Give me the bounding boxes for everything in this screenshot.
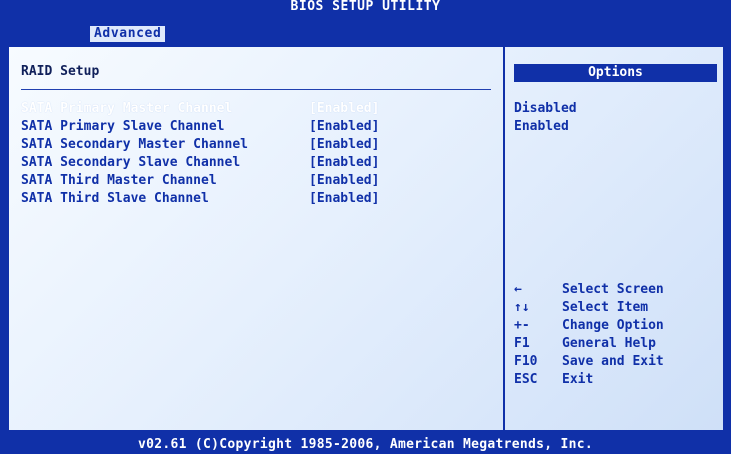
key-desc: Change Option [562,318,664,333]
key-desc: Select Item [562,300,649,315]
setting-sata-third-slave[interactable]: SATA Third Slave Channel [Enabled] [21,190,379,208]
option-disabled[interactable]: Disabled [514,100,577,118]
key-help-select-screen: ← Select Screen [514,281,664,299]
key-help-save-exit: F10 Save and Exit [514,353,664,371]
key-desc: Select Screen [562,282,664,297]
setting-value[interactable]: [Enabled] [309,173,379,188]
arrow-up-down-icon: ↑↓ [514,300,530,315]
key-desc: General Help [562,336,656,351]
setting-value[interactable]: [Enabled] [309,155,379,170]
setting-label: SATA Secondary Slave Channel [21,155,241,170]
setting-label: SATA Primary Slave Channel [21,119,225,134]
setting-sata-secondary-slave[interactable]: SATA Secondary Slave Channel [Enabled] [21,154,379,172]
key-help-list: ← Select Screen ↑↓ Select Item +- Change Op… [514,281,664,389]
setting-value[interactable]: [Enabled] [309,101,379,116]
plus-minus-icon: +- [514,318,530,333]
setting-label: SATA Third Slave Channel [21,191,209,206]
key-desc: Exit [562,372,594,387]
main-panel: RAID Setup SATA Primary Master Channel [E… [7,45,725,432]
tab-advanced[interactable]: Advanced [90,26,166,42]
section-title: RAID Setup [21,64,100,79]
key-label: F1 [514,336,530,351]
setting-value[interactable]: [Enabled] [309,119,379,134]
key-desc: Save and Exit [562,354,664,369]
setting-value[interactable]: [Enabled] [309,137,379,152]
options-list: Disabled Enabled [514,100,577,136]
key-label: F10 [514,354,538,369]
copyright-footer: v02.61 (C)Copyright 1985-2006, American … [0,435,731,454]
setting-sata-primary-slave[interactable]: SATA Primary Slave Channel [Enabled] [21,118,379,136]
key-help-change-option: +- Change Option [514,317,664,335]
settings-list: SATA Primary Master Channel [Enabled] SAT… [21,100,379,208]
panel-divider [503,47,505,430]
setting-sata-secondary-master[interactable]: SATA Secondary Master Channel [Enabled] [21,136,379,154]
key-label: ESC [514,372,538,387]
key-help-exit: ESC Exit [514,371,664,389]
option-enabled[interactable]: Enabled [514,118,577,136]
setting-value[interactable]: [Enabled] [309,191,379,206]
options-header: Options [514,64,717,82]
setting-label: SATA Secondary Master Channel [21,137,248,152]
setting-label: SATA Third Master Channel [21,173,217,188]
bios-title: BIOS SETUP UTILITY [0,0,731,14]
setting-sata-primary-master[interactable]: SATA Primary Master Channel [Enabled] [21,100,379,118]
section-divider [21,89,491,90]
setting-label: SATA Primary Master Channel [21,101,233,116]
key-help-select-item: ↑↓ Select Item [514,299,664,317]
key-help-general-help: F1 General Help [514,335,664,353]
arrow-left-icon: ← [514,282,522,297]
menu-bar: Advanced [0,14,731,44]
setting-sata-third-master[interactable]: SATA Third Master Channel [Enabled] [21,172,379,190]
